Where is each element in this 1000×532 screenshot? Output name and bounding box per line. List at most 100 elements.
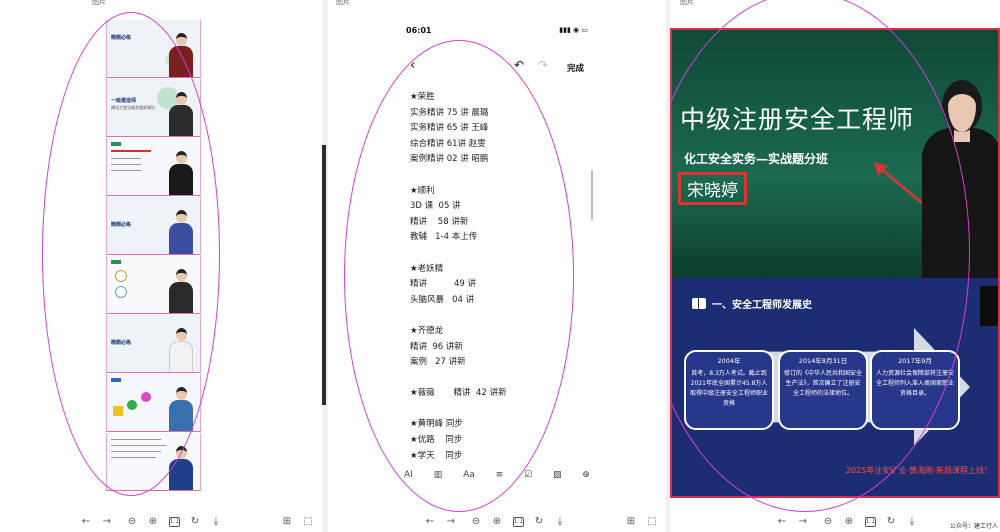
note-text-area[interactable]: ★荣胜 实务精讲 75 讲 晨璐 实务精讲 65 讲 王峰 综合精讲 61讲 赵雯 案例… [410,90,590,464]
redo-icon[interactable]: ↷ [538,58,548,72]
download-icon[interactable]: ⤓ [906,516,918,528]
note-line: 综合精讲 61讲 赵雯 [410,138,486,149]
presenter-image [168,446,194,490]
presenter-image [168,33,194,77]
presenter-image [168,210,194,254]
timeline-card: 2014年8月31日 修订的《中华人民共和国安全生产法》，首次确立了注册安全工程… [778,350,868,430]
grid-icon[interactable]: ⊞ [625,516,637,528]
fit-page-icon[interactable]: 1:1 [864,517,876,527]
teacher-name-box: 宋晓婷 [678,172,747,205]
phone-note-pane: 图片 06:01 ▮▮▮ ◉ ▭ ‹ ↶ ↷ 完成 ★荣胜 实务精讲 75 讲 晨… [328,0,666,532]
presenter-image [168,92,194,136]
slide-thumbnail[interactable] [106,374,201,432]
note-line: ★老妖精 [410,263,444,274]
zoom-in-icon[interactable]: ⊕ [491,516,503,528]
rotate-icon[interactable]: ↻ [189,516,201,528]
rotate-icon[interactable]: ↻ [885,516,897,528]
note-line [410,168,590,184]
zoom-out-icon[interactable]: ⊖ [126,516,138,528]
align-icon[interactable]: ≡ [496,470,504,480]
slide-thumbnail[interactable] [106,138,201,196]
grid-icon[interactable]: ⊞ [281,516,293,528]
scrollbar[interactable] [591,170,593,220]
course-subtitle: 化工安全实务—实战题分班 [684,152,829,166]
rotate-icon[interactable]: ↻ [533,516,545,528]
note-line: 案例 27 讲新 [410,357,466,368]
pane-label: 图片 [336,0,350,6]
pane-label: 图片 [680,0,694,6]
slide-thumbnail[interactable]: 精题必练 [106,20,201,78]
zoom-out-icon[interactable]: ⊖ [470,516,482,528]
note-line: 精讲 58 讲新 [410,216,469,227]
presenter-image [168,328,194,372]
slide-thumbnail-column[interactable]: 精题必练 一级建造师 建设工程法规及相关知识 精题必练 精题必练 [106,20,201,491]
presenter-image [168,151,194,195]
slide-thumbnail[interactable]: 一级建造师 建设工程法规及相关知识 [106,79,201,137]
history-slide: 一、安全工程师发展史 2004年 首考，8.3万人考试。截止到2021年底全国累… [672,278,998,496]
note-line: ★黄明峰 同步 [410,419,463,430]
slide-thumbnail[interactable]: 精题必练 [106,197,201,255]
prev-arrow-icon[interactable]: ← [776,516,788,528]
note-line: ★优路 同步 [410,435,463,446]
crop-icon[interactable]: ⬚ [646,516,658,528]
presenter-image [168,269,194,313]
done-button[interactable]: 完成 [567,62,584,74]
text-format-icon[interactable]: Aa [463,470,475,480]
course-title-slide: 中级注册安全工程师 化工安全实务—实战题分班 宋晓婷 [672,30,998,278]
prev-arrow-icon[interactable]: ← [80,516,92,528]
ai-icon[interactable]: AI [404,470,413,480]
note-line [410,308,590,324]
image-viewer-toolbar: ← → ⊖ ⊕ 1:1 ↻ ⤓ [776,516,927,528]
note-format-toolbar: AI ▥ Aa ≡ ☑ ▨ ⊕ [404,470,590,480]
video-frame[interactable]: 中级注册安全工程师 化工安全实务—实战题分班 宋晓婷 一、安全工程师发展史 20… [670,28,1000,498]
next-arrow-icon[interactable]: → [445,516,457,528]
note-line: 头脑风暴 04 讲 [410,294,475,305]
timeline-card: 2004年 首考，8.3万人考试。截止到2021年底全国累计45.8万人取得中级… [684,350,774,430]
download-icon[interactable]: ⤓ [210,516,222,528]
note-line: 3D 课 05 讲 [410,201,461,212]
slide-thumbnail[interactable] [106,433,201,491]
add-icon[interactable]: ⊕ [582,470,590,480]
next-arrow-icon[interactable]: → [101,516,113,528]
slides-viewer-pane: 图片 精题必练 一级建造师 建设工程法规及相关知识 精题必练 精题必练 ← → … [0,0,322,532]
note-line: ★薇薇 精讲 42 讲新 [410,388,507,399]
book-icon [692,298,706,309]
note-line: 实务精讲 65 讲 王峰 [410,123,489,134]
teacher-image [920,70,998,278]
undo-icon[interactable]: ↶ [514,58,524,72]
next-arrow-icon[interactable]: → [797,516,809,528]
pane-label: 图片 [92,0,106,6]
note-line: 教辅 1-4 本上传 [410,232,478,243]
note-line: ★齐德龙 [410,325,444,336]
checkbox-icon[interactable]: ☑ [524,470,532,480]
note-line: ★荣胜 [410,92,435,102]
fit-page-icon[interactable]: 1:1 [512,517,524,527]
zoom-in-icon[interactable]: ⊕ [843,516,855,528]
zoom-in-icon[interactable]: ⊕ [147,516,159,528]
slide-thumbnail[interactable]: 精题必练 [106,315,201,373]
note-line: 精讲 96 讲新 [410,341,463,352]
note-line: ★顺利 [410,185,435,196]
section-header: 一、安全工程师发展史 [692,296,812,311]
note-line: 精讲 49 讲 [410,279,477,290]
note-line [410,246,590,262]
course-title: 中级注册安全工程师 [680,105,915,134]
status-icons: ▮▮▮ ◉ ▭ [559,26,588,34]
fit-page-icon[interactable]: 1:1 [168,517,180,527]
note-line: ★学天 同步 [410,450,463,461]
note-line [410,402,590,418]
image-viewer-toolbar: ← → ⊖ ⊕ 1:1 ↻ ⤓ ⊞ ⬚ [80,516,322,528]
timeline-card: 2017年9月 人力资源社会保障部将注册安全工程师列入准入类国家职业资格目录。 [870,350,960,430]
pane-edge [322,145,326,405]
zoom-out-icon[interactable]: ⊖ [822,516,834,528]
back-icon[interactable]: ‹ [410,58,415,73]
crop-icon[interactable]: ⬚ [302,516,314,528]
watermark: 公众号：建工行人 [949,523,998,530]
download-icon[interactable]: ⤓ [554,516,566,528]
course-footer-banner: 2025年注安矿业-黄海刚-新版课程上线！ [845,466,992,475]
slide-thumbnail[interactable] [106,256,201,314]
prev-arrow-icon[interactable]: ← [424,516,436,528]
image-icon[interactable]: ▨ [553,470,562,480]
note-line: 案例精讲 02 讲 昭鹏 [410,154,489,165]
columns-icon[interactable]: ▥ [434,470,443,480]
